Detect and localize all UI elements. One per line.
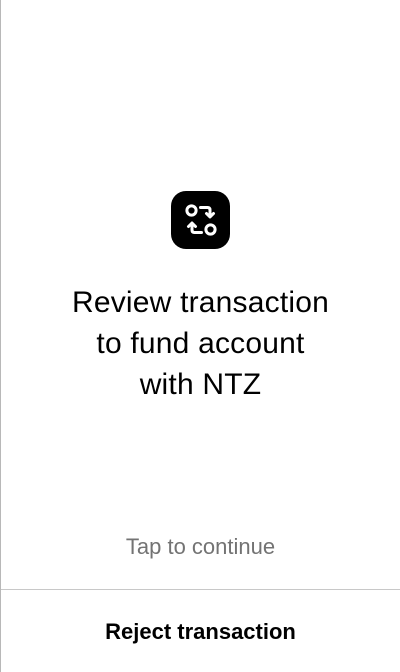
transaction-swap-icon [171,191,230,249]
reject-transaction-label: Reject transaction [105,619,296,644]
tap-to-continue-area[interactable]: Review transaction to fund account with … [1,0,400,589]
title-line: with NTZ [139,368,262,401]
transaction-title: Review transaction to fund account with … [21,282,380,405]
title-line: Review transaction [71,286,330,319]
title-line: to fund account [96,327,305,360]
review-transaction-screen: Review transaction to fund account with … [0,0,400,672]
tap-to-continue-hint: Tap to continue [125,534,276,559]
reject-transaction-button[interactable]: Reject transaction [1,590,400,672]
